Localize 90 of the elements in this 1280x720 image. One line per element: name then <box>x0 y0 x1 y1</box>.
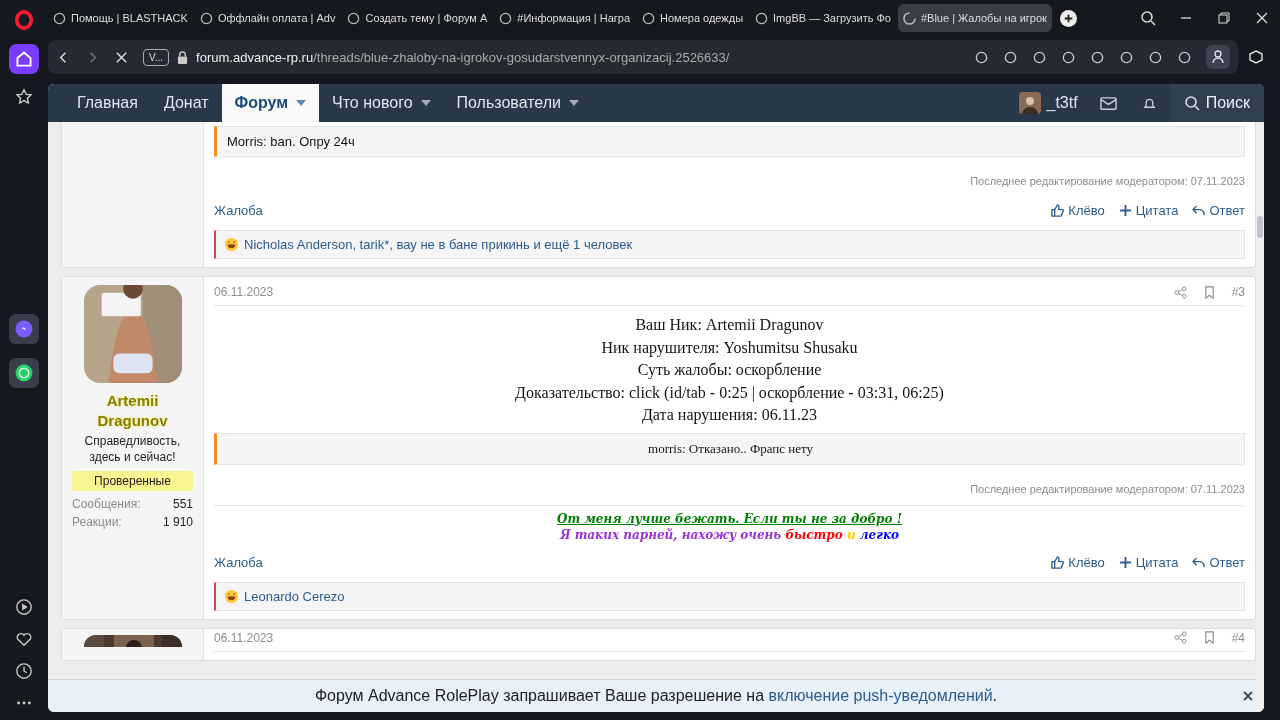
browser-logo-icon[interactable] <box>15 10 33 30</box>
scrollbar-thumb[interactable] <box>1257 216 1263 238</box>
close-icon[interactable] <box>1254 10 1270 26</box>
stat-label: Реакции: <box>72 514 122 531</box>
post-action[interactable]: Цитата <box>1118 554 1179 570</box>
browser-tab[interactable]: Создать тему | Форум А <box>342 4 493 32</box>
star-icon[interactable] <box>15 88 33 106</box>
post-action[interactable]: Ответ <box>1192 203 1245 218</box>
site-icon <box>755 11 769 25</box>
signature-line: Я таких парней, нахожу очень быстро и легко <box>559 526 900 543</box>
caret-icon[interactable] <box>420 100 431 106</box>
share-icon[interactable] <box>1173 631 1187 644</box>
close-icon[interactable] <box>1242 690 1254 702</box>
loading-icon <box>902 11 916 25</box>
edit-note: Последнее редактирование модератором: 07.11.2023 <box>970 175 1245 187</box>
post-line: Суть жалобы: оскорбление <box>637 360 822 381</box>
signature-line: От меня лучше бежать. Если ты не за добро ! <box>557 510 902 527</box>
whatsapp-icon[interactable] <box>9 358 39 388</box>
laughing-emoji-icon <box>224 237 239 252</box>
restore-icon[interactable] <box>1216 10 1232 26</box>
thumbs-up-icon <box>1051 555 1065 569</box>
nav-tab[interactable]: Форум <box>221 84 320 122</box>
moderator-quote: morris: Отказано.. Фрапс нету <box>214 432 1245 465</box>
history-icon[interactable] <box>15 662 33 680</box>
search-icon <box>1183 95 1200 111</box>
bookmark-icon[interactable] <box>1202 631 1216 644</box>
share-icon[interactable] <box>1173 285 1187 299</box>
reply-icon <box>1192 555 1206 569</box>
browser-tab[interactable]: ImgBB — Загрузить Фо <box>750 4 896 32</box>
search-button[interactable]: Поиск <box>1169 84 1264 122</box>
search-icon[interactable] <box>1140 10 1156 26</box>
avatar-icon <box>1018 92 1041 114</box>
edit-note: Последнее редактирование модератором: 07.11.2023 <box>970 482 1245 495</box>
home-icon[interactable] <box>9 44 39 74</box>
browser-tab[interactable]: #Информация | Награ <box>494 4 636 32</box>
browser-tab[interactable]: Помощь | BLASTHACK <box>48 4 193 32</box>
profile-icon[interactable] <box>1206 45 1230 69</box>
user-title: Справедливость, здесь и сейчас! <box>83 433 182 465</box>
site-icon <box>499 11 513 25</box>
browser-tab[interactable]: #Blue | Жалобы на игрок <box>897 4 1052 32</box>
nav-tab[interactable]: Что нового <box>319 84 444 122</box>
nav-tab[interactable]: Донат <box>150 84 222 122</box>
messenger-icon[interactable] <box>9 314 39 344</box>
plus-icon <box>1118 555 1132 569</box>
site-chip[interactable]: V... <box>143 48 170 66</box>
notification-text: Форум Advance RolePlay запрашивает Ваше разрешение на включение push-уведомлений. <box>314 687 998 705</box>
post-action[interactable]: Цитата <box>1118 203 1179 218</box>
stat-label: Сообщения: <box>72 496 141 513</box>
notification-link[interactable]: включение push-уведомлений <box>768 687 993 704</box>
nav-tab[interactable]: Пользователи <box>443 84 592 122</box>
site-icon <box>199 11 213 25</box>
reactions-text[interactable]: Nicholas Anderson, tarik*, вау не в бане прикинь и ещё 1 человек <box>244 237 633 252</box>
post-line: Доказательство: click (id/tab - 0:25 | оскорбление - 03:31, 06:25) <box>515 382 944 404</box>
caret-icon[interactable] <box>296 100 307 106</box>
lock-icon <box>177 50 189 64</box>
post-action[interactable]: Ответ <box>1192 554 1245 570</box>
new-tab-icon[interactable] <box>1059 9 1077 27</box>
nav-tab[interactable]: Главная <box>64 84 151 122</box>
box-icon[interactable] <box>1248 49 1264 65</box>
site-icon <box>347 11 361 25</box>
reactions-text[interactable]: Leonardo Cerezo <box>244 588 345 604</box>
caret-icon[interactable] <box>569 100 579 106</box>
post-action[interactable]: Клёво <box>1051 203 1105 218</box>
username[interactable]: Artemii Dragunov <box>87 391 178 431</box>
reply-icon <box>1192 204 1206 217</box>
bookmark-icon[interactable] <box>1202 285 1216 299</box>
stat-value: 551 <box>172 496 193 513</box>
post-date[interactable]: 06.11.2023 <box>214 285 274 299</box>
player-icon[interactable] <box>15 598 33 616</box>
post-date[interactable]: 06.11.2023 <box>214 630 274 645</box>
plus-icon <box>1118 204 1132 217</box>
site-icon <box>53 11 66 25</box>
user-group-badge: Проверенные <box>72 471 193 491</box>
post-line: Дата нарушения: 06.11.23 <box>641 405 818 426</box>
post-number[interactable]: #3 <box>1231 285 1245 299</box>
laughing-emoji-icon <box>224 588 239 604</box>
post-action[interactable]: Клёво <box>1051 554 1105 570</box>
moderator-quote: Morris: ban. Опру 24ч <box>214 126 1245 157</box>
address-field[interactable]: forum.advance-rp.ru/threads/blue-zhaloby-na-igrokov-gosudarstvennyx-organizacij.2526633/ <box>196 49 730 65</box>
post-line: Ник нарушителя: Yoshumitsu Shusaku <box>601 337 858 359</box>
post-line: Ваш Ник: Artemii Dragunov <box>635 315 824 336</box>
site-icon <box>642 11 656 25</box>
browser-tab[interactable]: Оффлайн оплата | Adv <box>194 4 341 32</box>
user-menu[interactable]: _t3tf <box>1008 84 1088 122</box>
thumbs-up-icon <box>1051 204 1065 217</box>
report-link[interactable]: Жалоба <box>214 203 263 218</box>
browser-tab[interactable]: Номера одежды <box>637 4 749 32</box>
report-link[interactable]: Жалоба <box>214 554 263 570</box>
mail-icon[interactable] <box>1099 95 1117 111</box>
stat-value: 1 910 <box>162 514 193 531</box>
